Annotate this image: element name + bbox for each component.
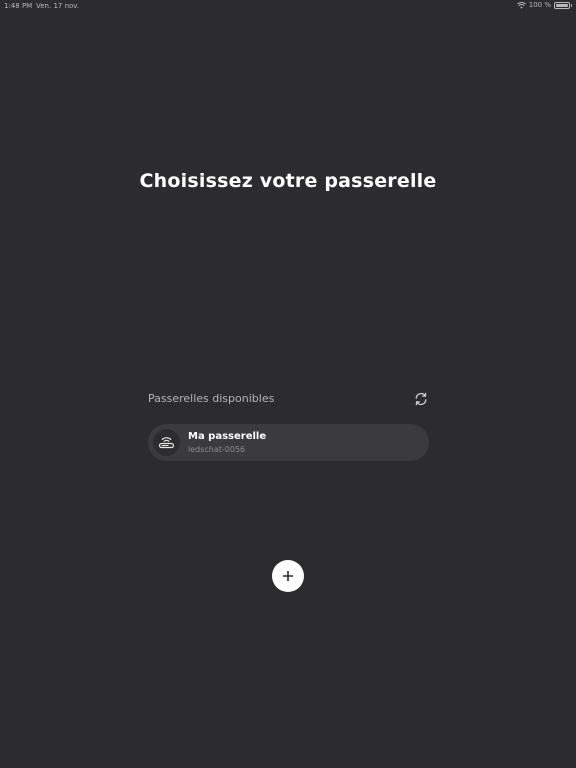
gateway-icon-badge (153, 429, 180, 456)
status-date: Ven. 17 nov. (36, 2, 80, 10)
battery-fill (556, 3, 568, 7)
battery-icon (554, 1, 572, 9)
gateway-name: Ma passerelle (188, 431, 267, 442)
battery-percentage: 100 % (528, 1, 551, 9)
gateway-list-item[interactable]: Ma passerelle ledschat-0056 (148, 424, 429, 461)
gateway-id: ledschat-0056 (188, 445, 246, 454)
refresh-button[interactable] (413, 391, 429, 407)
router-icon (158, 437, 175, 449)
gateways-section-header: Passerelles disponibles (148, 390, 429, 408)
section-label: Passerelles disponibles (148, 392, 275, 405)
add-gateway-button[interactable] (272, 560, 304, 592)
status-indicators: 100 % (516, 1, 572, 9)
status-time: 1:48 PM (4, 2, 33, 10)
refresh-icon (415, 392, 427, 406)
status-bar: 1:48 PM Ven. 17 nov. 100 % (0, 0, 576, 12)
wifi-icon (516, 1, 526, 9)
plus-icon (282, 570, 294, 582)
page-title: Choisissez votre passerelle (139, 170, 437, 192)
